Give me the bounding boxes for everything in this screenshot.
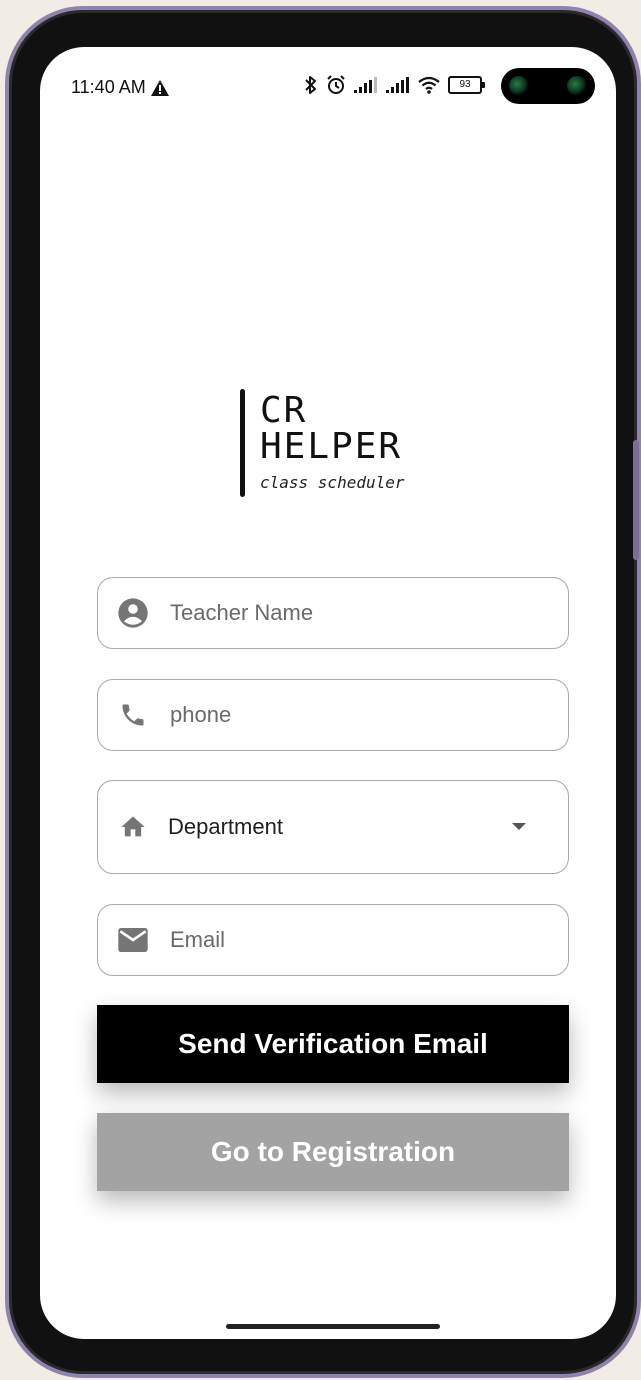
department-dropdown[interactable]: Department [97, 780, 569, 874]
signal-icon [354, 77, 378, 93]
app-screen: 11:40 AM 93 CR HELPER class scheduler Te… [40, 47, 616, 1339]
camera-lens [567, 76, 587, 96]
department-selected-value: Department [168, 814, 283, 839]
email-input[interactable] [168, 905, 548, 975]
home-indicator[interactable] [226, 1324, 440, 1329]
teacher-name-input[interactable] [168, 578, 548, 648]
phone-frame: 11:40 AM 93 CR HELPER class scheduler Te… [5, 6, 641, 1378]
phone-input[interactable] [168, 680, 548, 750]
dropdown-arrow-icon[interactable] [512, 823, 526, 830]
teacher-name-field[interactable] [97, 577, 569, 649]
status-time: 11:40 AM [71, 77, 146, 97]
app-logo: CR HELPER class scheduler [240, 389, 440, 499]
warning-icon [150, 79, 169, 96]
alarm-icon [326, 75, 346, 95]
email-field[interactable] [97, 904, 569, 976]
status-icons: 93 [304, 75, 485, 95]
logo-tagline: class scheduler [260, 473, 405, 492]
mail-icon [116, 923, 150, 957]
camera-cutout [501, 68, 595, 104]
logo-line2: HELPER [260, 426, 403, 467]
home-icon [116, 810, 150, 844]
wifi-icon [418, 76, 440, 94]
battery-icon: 93 [448, 76, 485, 94]
bluetooth-icon [304, 75, 318, 95]
phone-field[interactable] [97, 679, 569, 751]
camera-lens [509, 76, 529, 96]
signal-icon [386, 77, 410, 93]
logo-bar [240, 389, 245, 497]
logo-line1: CR [260, 390, 308, 431]
side-button [633, 440, 639, 560]
go-to-registration-button[interactable]: Go to Registration [97, 1113, 569, 1191]
phone-icon [116, 698, 150, 732]
account-circle-icon [116, 596, 150, 630]
status-time-group: 11:40 AM [71, 77, 169, 98]
status-bar: 11:40 AM 93 [40, 47, 616, 127]
send-verification-email-button[interactable]: Send Verification Email [97, 1005, 569, 1083]
